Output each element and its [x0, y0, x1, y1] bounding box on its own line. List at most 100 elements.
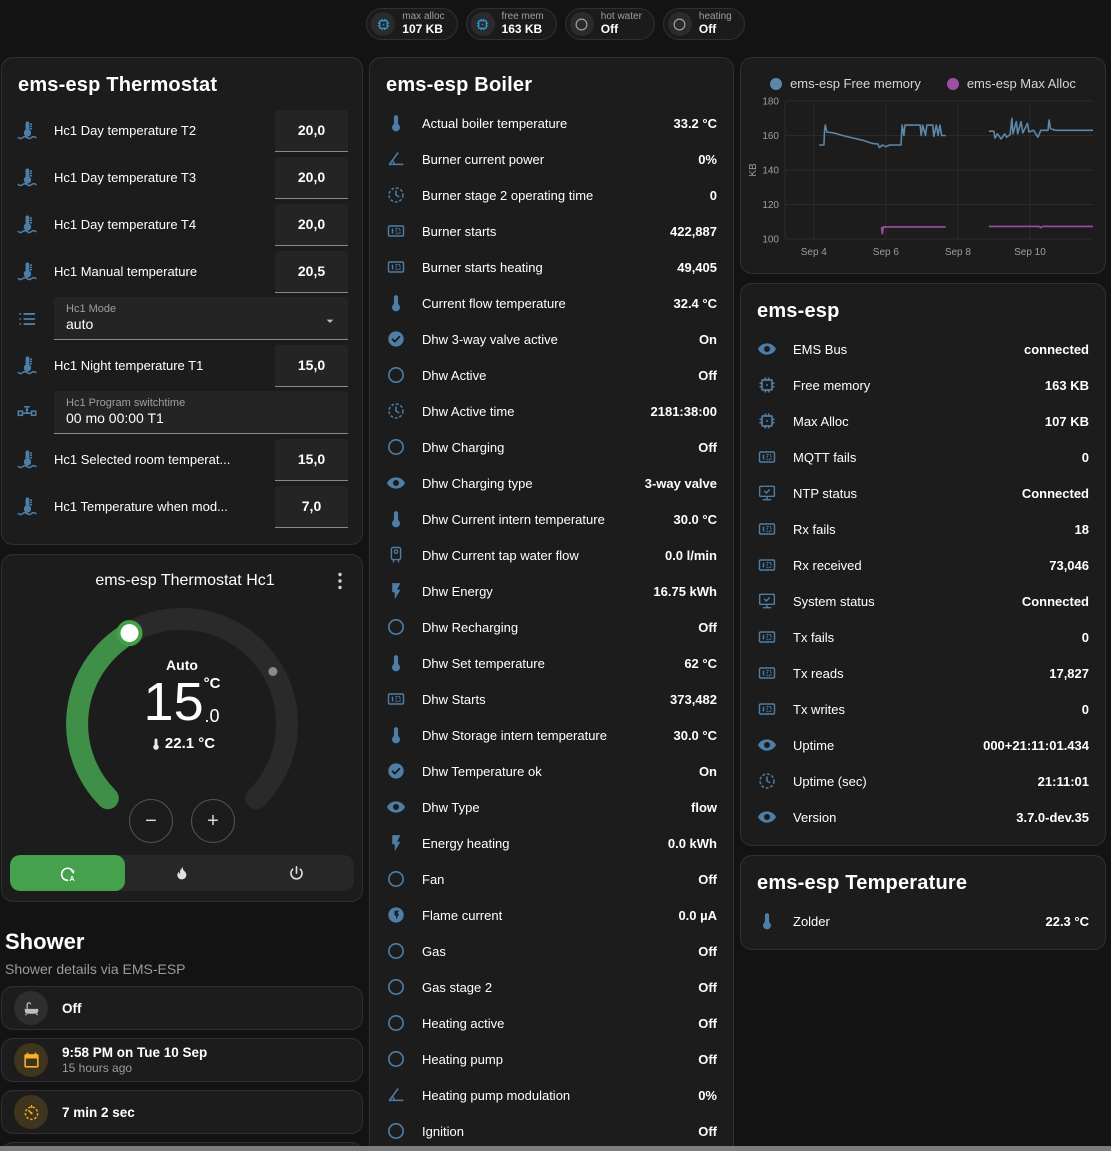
entity-row[interactable]: Rx fails 18 — [757, 511, 1089, 547]
entity-row[interactable]: Heating pump modulation 0% — [386, 1077, 717, 1113]
badge-value: 107 KB — [402, 23, 444, 36]
entity-row[interactable]: Rx received 73,046 — [757, 547, 1089, 583]
entity-value: Off — [698, 980, 717, 995]
entity-row[interactable]: Dhw Recharging Off — [386, 609, 717, 645]
dial-handle[interactable] — [119, 622, 141, 644]
number-input[interactable] — [275, 157, 348, 199]
mode-button-fire[interactable] — [125, 855, 240, 891]
field-row: Hc1 Mode auto — [16, 295, 348, 342]
badge-hot-water[interactable]: hot water Off — [565, 8, 655, 40]
entity-row[interactable]: Tx writes 0 — [757, 691, 1089, 727]
counter-icon — [757, 519, 777, 539]
temperature-card: ems-esp Temperature Zolder 22.3 °C — [740, 855, 1106, 950]
entity-row[interactable]: Dhw Temperature ok On — [386, 753, 717, 789]
increase-temperature-button[interactable]: + — [191, 799, 235, 843]
entity-label: Burner current power — [422, 152, 698, 167]
entity-label: Dhw Recharging — [422, 620, 698, 635]
flash-circle-icon — [386, 905, 406, 925]
entity-row[interactable]: Dhw Current tap water flow 0.0 l/min — [386, 537, 717, 573]
entity-row[interactable]: Burner current power 0% — [386, 141, 717, 177]
mode-button-auto-mode[interactable] — [10, 855, 125, 891]
entity-row[interactable]: Flame current 0.0 µA — [386, 897, 717, 933]
boiler-card: ems-esp Boiler Actual boiler temperature… — [369, 57, 734, 1151]
entity-row[interactable]: Uptime 000+21:11:01.434 — [757, 727, 1089, 763]
bottom-scrollbar[interactable] — [0, 1146, 1111, 1151]
badge-free-mem[interactable]: free mem 163 KB — [466, 8, 557, 40]
entity-row[interactable]: Ignition Off — [386, 1113, 717, 1149]
entity-row[interactable]: Dhw Charging Off — [386, 429, 717, 465]
entity-row[interactable]: Dhw Energy 16.75 kWh — [386, 573, 717, 609]
entity-row[interactable]: Energy heating 0.0 kWh — [386, 825, 717, 861]
memory-chart: 100120140160180Sep 4Sep 6Sep 8Sep 10KB — [747, 95, 1097, 263]
mode-button-power[interactable] — [239, 855, 354, 891]
badge-heating[interactable]: heating Off — [663, 8, 745, 40]
entity-row[interactable]: Tx reads 17,827 — [757, 655, 1089, 691]
number-input[interactable] — [275, 439, 348, 481]
badge-value: Off — [699, 23, 732, 36]
entity-row[interactable]: Heating pump Off — [386, 1041, 717, 1077]
entity-row[interactable]: Burner starts 422,887 — [386, 213, 717, 249]
badge-max-alloc[interactable]: max alloc 107 KB — [366, 8, 457, 40]
entity-row[interactable]: Dhw Set temperature 62 °C — [386, 645, 717, 681]
entity-label: Rx received — [793, 558, 1049, 573]
mode-select[interactable]: Hc1 Mode auto — [54, 297, 348, 340]
check-circle-icon — [386, 761, 406, 781]
entity-row[interactable]: Dhw Current intern temperature 30.0 °C — [386, 501, 717, 537]
entity-row[interactable]: System status Connected — [757, 583, 1089, 619]
entity-row[interactable]: Heating active Off — [386, 1005, 717, 1041]
number-input[interactable] — [275, 251, 348, 293]
memory-chip-icon — [475, 17, 490, 32]
number-input[interactable] — [275, 345, 348, 387]
entity-label: Tx writes — [793, 702, 1082, 717]
number-input[interactable] — [275, 110, 348, 152]
entity-row[interactable]: Zolder 22.3 °C — [757, 903, 1089, 939]
entity-row[interactable]: Dhw 3-way valve active On — [386, 321, 717, 357]
entity-row[interactable]: MQTT fails 0 — [757, 439, 1089, 475]
thermometer-water-icon — [16, 167, 38, 189]
number-input[interactable] — [275, 486, 348, 528]
entity-label: Gas — [422, 944, 698, 959]
field-value: auto — [66, 316, 338, 332]
entity-row[interactable]: Dhw Active Off — [386, 357, 717, 393]
shower-card-value: 9:58 PM on Tue 10 Sep — [62, 1045, 207, 1060]
legend-label: ems-esp Free memory — [790, 76, 921, 91]
entity-row[interactable]: Actual boiler temperature 33.2 °C — [386, 105, 717, 141]
entity-row[interactable]: Uptime (sec) 21:11:01 — [757, 763, 1089, 799]
entity-row[interactable]: Current flow temperature 32.4 °C — [386, 285, 717, 321]
entity-row[interactable]: EMS Bus connected — [757, 331, 1089, 367]
entity-row[interactable]: Tx fails 0 — [757, 619, 1089, 655]
decrease-temperature-button[interactable]: − — [129, 799, 173, 843]
entity-row[interactable]: Dhw Active time 2181:38:00 — [386, 393, 717, 429]
entity-value: 21:11:01 — [1038, 774, 1089, 789]
field-label: Hc1 Day temperature T3 — [54, 170, 275, 185]
entity-row[interactable]: Dhw Storage intern temperature 30.0 °C — [386, 717, 717, 753]
entity-value: 0.0 µA — [678, 908, 717, 923]
entity-value: 33.2 °C — [673, 116, 717, 131]
entity-row[interactable]: Dhw Starts 373,482 — [386, 681, 717, 717]
entity-row[interactable]: Burner stage 2 operating time 0 — [386, 177, 717, 213]
field-row: Hc1 Day temperature T3 — [16, 154, 348, 201]
shower-card[interactable]: 7 min 2 sec — [1, 1090, 363, 1134]
entity-label: Dhw Current intern temperature — [422, 512, 673, 527]
entity-row[interactable]: Gas stage 2 Off — [386, 969, 717, 1005]
number-input[interactable] — [275, 204, 348, 246]
entity-row[interactable]: NTP status Connected — [757, 475, 1089, 511]
entity-row[interactable]: Burner starts heating 49,405 — [386, 249, 717, 285]
clock-icon — [386, 185, 406, 205]
entity-row[interactable]: Max Alloc 107 KB — [757, 403, 1089, 439]
emsesp-entity-list: EMS Bus connected Free memory 163 KB Max… — [741, 329, 1105, 845]
entity-row[interactable]: Fan Off — [386, 861, 717, 897]
entity-row[interactable]: Version 3.7.0-dev.35 — [757, 799, 1089, 835]
thermostat-dial[interactable]: Auto 15 °C .0 22.1 °C — [32, 599, 332, 835]
shower-card[interactable]: Off — [1, 986, 363, 1030]
legend-item[interactable]: ems-esp Free memory — [770, 76, 921, 91]
shower-card[interactable]: 9:58 PM on Tue 10 Sep 15 hours ago — [1, 1038, 363, 1082]
entity-row[interactable]: Free memory 163 KB — [757, 367, 1089, 403]
entity-value: 22.3 °C — [1045, 914, 1089, 929]
text-field[interactable]: Hc1 Program switchtime 00 mo 00:00 T1 — [54, 391, 348, 434]
entity-row[interactable]: Dhw Type flow — [386, 789, 717, 825]
entity-row[interactable]: Gas Off — [386, 933, 717, 969]
legend-item[interactable]: ems-esp Max Alloc — [947, 76, 1076, 91]
more-options-icon[interactable] — [328, 569, 352, 593]
entity-row[interactable]: Dhw Charging type 3-way valve — [386, 465, 717, 501]
